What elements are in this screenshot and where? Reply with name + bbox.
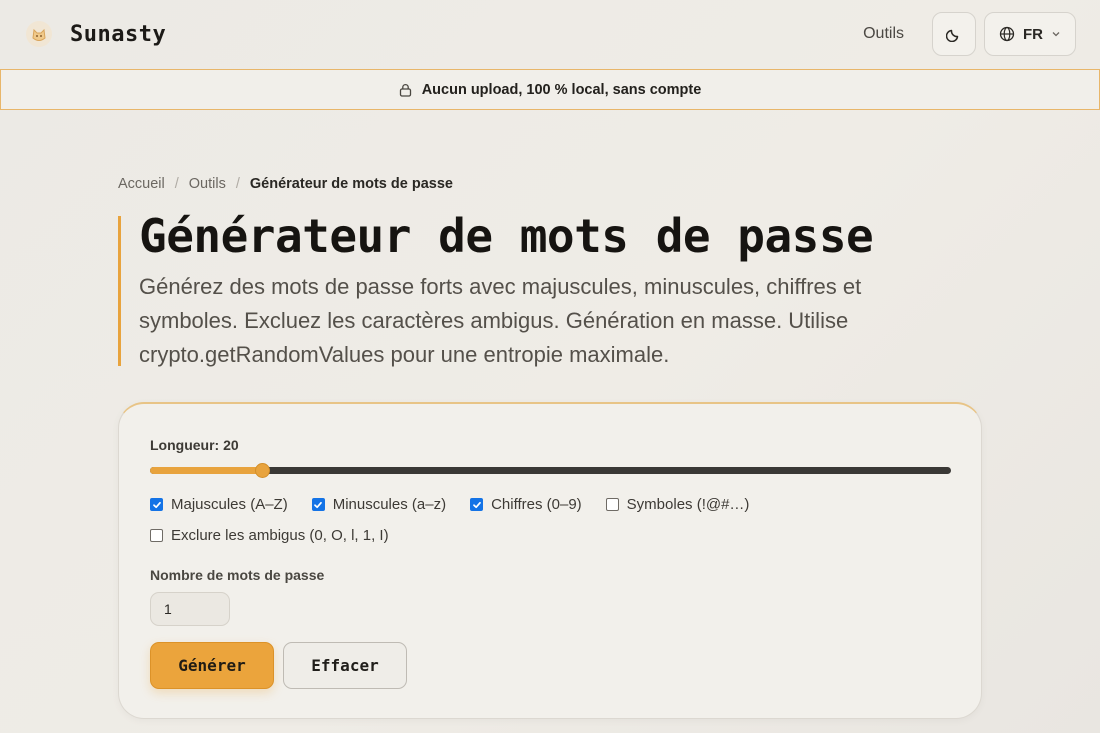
header-actions: Outils FR	[863, 12, 1076, 56]
globe-icon	[999, 26, 1015, 42]
option-label: Exclure les ambigus (0, O, l, 1, I)	[171, 527, 389, 544]
breadcrumb-tools[interactable]: Outils	[189, 176, 226, 192]
banner-text: Aucun upload, 100 % local, sans compte	[421, 81, 702, 98]
option-label: Majuscules (A–Z)	[171, 496, 288, 513]
length-slider[interactable]	[150, 463, 951, 478]
option-lowercase[interactable]: Minuscules (a–z)	[311, 496, 447, 513]
option-exclude-ambiguous[interactable]: Exclure les ambigus (0, O, l, 1, I)	[150, 527, 389, 544]
option-uppercase[interactable]: Majuscules (A–Z)	[150, 496, 288, 513]
breadcrumb: Accueil / Outils / Générateur de mots de…	[118, 176, 453, 192]
slider-track	[150, 467, 951, 474]
ambiguous-options: Exclure les ambigus (0, O, l, 1, I)	[150, 527, 413, 544]
breadcrumb-separator: /	[174, 176, 179, 192]
page-title: Générateur de mots de passe	[139, 209, 874, 263]
theme-toggle-button[interactable]	[932, 12, 976, 56]
brand-name: Sunasty	[70, 21, 167, 47]
option-label: Minuscules (a–z)	[332, 496, 447, 513]
slider-thumb[interactable]	[255, 463, 271, 478]
length-label: Longueur: 20	[150, 437, 239, 453]
moon-icon	[946, 29, 959, 42]
checkbox-lowercase[interactable]	[311, 498, 325, 511]
brand[interactable]: Sunasty	[24, 19, 166, 49]
checkbox-digits[interactable]	[470, 498, 484, 511]
language-select[interactable]: FR	[984, 12, 1076, 56]
character-options: Majuscules (A–Z) Minuscules (a–z) Chiffr…	[150, 496, 773, 513]
option-symbols[interactable]: Symboles (!@#…)	[605, 496, 750, 513]
password-generator-card: Longueur: 20 Majuscules (A–Z) Minuscules…	[118, 402, 982, 719]
option-digits[interactable]: Chiffres (0–9)	[470, 496, 582, 513]
chevron-down-icon	[1052, 32, 1060, 37]
lock-icon	[399, 83, 411, 97]
checkbox-exclude-ambiguous[interactable]	[150, 529, 163, 542]
count-input[interactable]	[150, 592, 230, 626]
option-label: Chiffres (0–9)	[491, 496, 582, 513]
language-label: FR	[1023, 25, 1043, 43]
clear-button[interactable]: Effacer	[283, 642, 407, 689]
page-header: Générateur de mots de passe Générez des …	[118, 209, 918, 367]
breadcrumb-home[interactable]: Accueil	[118, 176, 165, 192]
privacy-banner: Aucun upload, 100 % local, sans compte	[0, 69, 1100, 110]
breadcrumb-separator: /	[235, 176, 240, 192]
checkbox-uppercase[interactable]	[150, 498, 163, 511]
breadcrumb-current: Générateur de mots de passe	[249, 176, 453, 192]
slider-fill	[150, 467, 263, 474]
site-header: Sunasty Outils FR	[0, 0, 1100, 68]
generate-button[interactable]: Générer	[150, 642, 274, 689]
cat-logo-icon	[24, 19, 54, 49]
count-label: Nombre de mots de passe	[150, 567, 325, 583]
page-description: Générez des mots de passe forts avec maj…	[139, 274, 862, 367]
checkbox-symbols[interactable]	[605, 498, 619, 511]
option-label: Symboles (!@#…)	[626, 496, 750, 513]
nav-tools-link[interactable]: Outils	[863, 25, 904, 43]
